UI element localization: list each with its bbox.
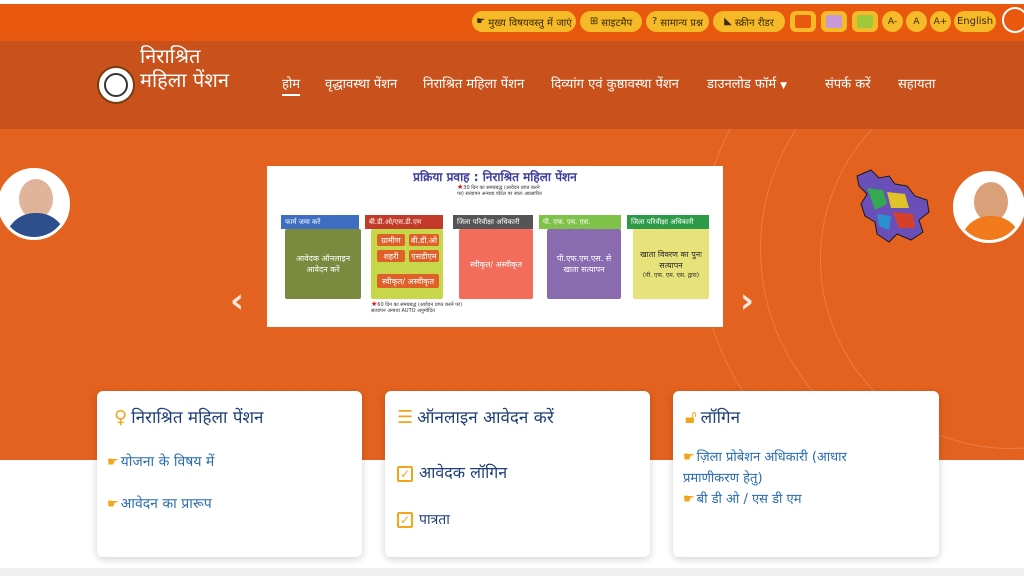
chevron-down-icon: ▼ xyxy=(780,81,788,91)
note-top-text: 30 दिन का समयबद्ध (आवेदन प्राप्त करने पर… xyxy=(457,185,542,197)
theme-orange-button[interactable] xyxy=(790,11,816,32)
nav-contact[interactable]: संपर्क करें xyxy=(825,74,871,92)
checkbox-icon: ✓ xyxy=(397,465,413,482)
emblem-ring-icon xyxy=(104,73,128,97)
unlock-icon: 🔓︎ xyxy=(685,407,697,428)
nav-home[interactable]: होम xyxy=(282,74,301,96)
step5-sub: (पी. एफ. एम. एस. द्वारा) xyxy=(642,272,700,279)
process-flow-slide: प्रक्रिया प्रवाह : निराश्रित महिला पेंशन… xyxy=(267,166,723,327)
top-edge xyxy=(0,0,1024,4)
site-title[interactable]: निराश्रित महिला पेंशन xyxy=(140,44,250,92)
slide-title: प्रक्रिया प्रवाह : निराश्रित महिला पेंशन xyxy=(413,170,577,184)
step5-box: खाता विवरण का पुनः सत्यापन (पी. एफ. एम. … xyxy=(633,229,709,299)
about-scheme-text: योजना के विषय में xyxy=(120,454,215,470)
carousel-next-icon[interactable]: › xyxy=(740,281,754,321)
eligibility-link[interactable]: ✓ पात्रता xyxy=(397,510,450,529)
applicant-login-link[interactable]: ✓ आवेदक लॉगिन xyxy=(397,461,507,483)
step1-box: आवेदक ऑनलाइन आवेदन करें xyxy=(285,229,361,299)
sitemap-button[interactable]: ⊞ साइटमैप xyxy=(580,11,642,32)
about-scheme-link[interactable]: ☛ योजना के विषय में xyxy=(107,452,214,471)
font-increase-button[interactable]: A+ xyxy=(930,11,951,32)
step3-box: स्वीकृत/ अस्वीकृत xyxy=(459,229,533,299)
checkbox-icon: ✓ xyxy=(397,512,413,528)
apply-card-title[interactable]: ☰ ऑनलाइन आवेदन करें xyxy=(397,405,554,428)
skip-to-main-button[interactable]: ☛ मुख्य विषयवस्तु में जाएं xyxy=(472,11,576,32)
theme-green-button[interactable] xyxy=(852,11,878,32)
prime-minister-portrait xyxy=(0,168,70,240)
step2-bdo: बी.डी.ओ xyxy=(409,234,439,246)
form-icon: ☰ xyxy=(397,407,414,428)
woman-icon: ♀ xyxy=(114,407,128,428)
up-map-image xyxy=(856,169,930,243)
step1-head: फार्म जमा करें xyxy=(281,215,359,229)
theme-purple-button[interactable] xyxy=(821,11,847,32)
font-normal-button[interactable]: A xyxy=(906,11,927,32)
bdo-sdm-link[interactable]: ☛ बी डी ओ / एस डी एम xyxy=(683,489,802,507)
speaker-icon: ◣ xyxy=(724,16,732,27)
bottom-strip xyxy=(0,568,1024,576)
note-top: ★30 दिन का समयबद्ध (आवेदन प्राप्त करने प… xyxy=(457,184,547,198)
scheme-card-title-text: निराश्रित महिला पेंशन xyxy=(131,408,264,428)
step5-body: खाता विवरण का पुनः सत्यापन xyxy=(640,250,702,270)
step2-rural: ग्रामीण xyxy=(377,234,405,246)
screen-reader-button[interactable]: ◣ स्क्रीन रीडर xyxy=(713,11,785,32)
hand-pointer-icon: ☛ xyxy=(107,497,119,512)
hand-pointer-icon: ☛ xyxy=(476,16,486,27)
portrait-body xyxy=(960,216,1022,240)
hand-pointer-icon: ☛ xyxy=(683,450,695,465)
faq-button[interactable]: ? सामान्य प्रश्न xyxy=(646,11,709,32)
language-button[interactable]: English xyxy=(954,11,996,32)
applicant-login-text: आवेदक लॉगिन xyxy=(419,463,508,482)
chief-minister-portrait xyxy=(953,171,1024,243)
login-card-title: 🔓︎ लॉगिन xyxy=(685,405,740,428)
note-bottom-text: 60 दिन का समयबद्ध (आवेदन प्राप्त करने पर… xyxy=(371,302,463,314)
nav-divyang-pension[interactable]: दिव्यांग एवं कुष्ठावस्था पेंशन xyxy=(551,74,679,92)
up-emblem-logo[interactable] xyxy=(97,66,135,104)
login-card: 🔓︎ लॉगिन ☛ ज़िला प्रोबेशन अधिकारी (आधार प्… xyxy=(673,391,939,557)
nav-old-age-pension[interactable]: वृद्धावस्था पेंशन xyxy=(325,74,397,92)
login-card-title-text: लॉगिन xyxy=(700,408,741,428)
carousel-prev-icon[interactable]: ‹ xyxy=(230,281,244,321)
hand-pointer-icon: ☛ xyxy=(683,492,695,507)
eligibility-text: पात्रता xyxy=(419,512,450,528)
apply-card-title-text: ऑनलाइन आवेदन करें xyxy=(417,408,554,428)
scheme-card-title: ♀ निराश्रित महिला पेंशन xyxy=(114,405,264,428)
step2-head: बी.डी.ओ/एस.डी.एम xyxy=(365,215,443,229)
step2-urban: शहरी xyxy=(377,250,405,262)
apply-card: ☰ ऑनलाइन आवेदन करें ✓ आवेदक लॉगिन ✓ पात्रता xyxy=(385,391,650,557)
nav-download-form-label: डाउनलोड फॉर्म xyxy=(707,77,777,92)
scheme-card: ♀ निराश्रित महिला पेंशन ☛ योजना के विषय मे… xyxy=(97,391,362,557)
step3-head: जिला परिवीक्षा अधिकारी xyxy=(453,215,533,229)
step2-result: स्वीकृत/ अस्वीकृत xyxy=(377,274,439,288)
swachh-bharat-logo-icon xyxy=(1002,7,1024,33)
application-format-text: आवेदन का प्रारूप xyxy=(120,496,212,512)
district-probation-officer-link[interactable]: ☛ ज़िला प्रोबेशन अधिकारी (आधार प्रमाणीकरण… xyxy=(683,447,883,489)
district-probation-officer-text: ज़िला प्रोबेशन अधिकारी (आधार प्रमाणीकरण … xyxy=(683,450,847,486)
bdo-sdm-text: बी डी ओ / एस डी एम xyxy=(696,492,802,507)
portrait-body xyxy=(5,213,67,237)
step4-box: पी.एफ.एम.एस. से खाता सत्यापन xyxy=(547,229,621,299)
note-bottom: ★60 दिन का समयबद्ध (आवेदन प्राप्त करने प… xyxy=(371,301,471,315)
application-format-link[interactable]: ☛ आवेदन का प्रारूप xyxy=(107,494,212,513)
nav-help[interactable]: सहायता xyxy=(898,74,935,92)
purple-swatch-icon xyxy=(826,15,842,28)
step4-head: पी. एफ. एम. एस. xyxy=(539,215,621,229)
font-decrease-button[interactable]: A- xyxy=(882,11,903,32)
orange-swatch-icon xyxy=(795,15,811,28)
hand-pointer-icon: ☛ xyxy=(107,455,119,470)
step5-head: जिला परिवीक्षा अधिकारी xyxy=(627,215,709,229)
question-icon: ? xyxy=(652,16,658,27)
sitemap-icon: ⊞ xyxy=(589,16,599,27)
step2-sdm: एसडीएम xyxy=(409,250,439,262)
nav-destitute-women-pension[interactable]: निराश्रित महिला पेंशन xyxy=(423,74,524,92)
green-swatch-icon xyxy=(857,15,873,28)
nav-download-form[interactable]: डाउनलोड फॉर्म ▼ xyxy=(707,74,787,92)
